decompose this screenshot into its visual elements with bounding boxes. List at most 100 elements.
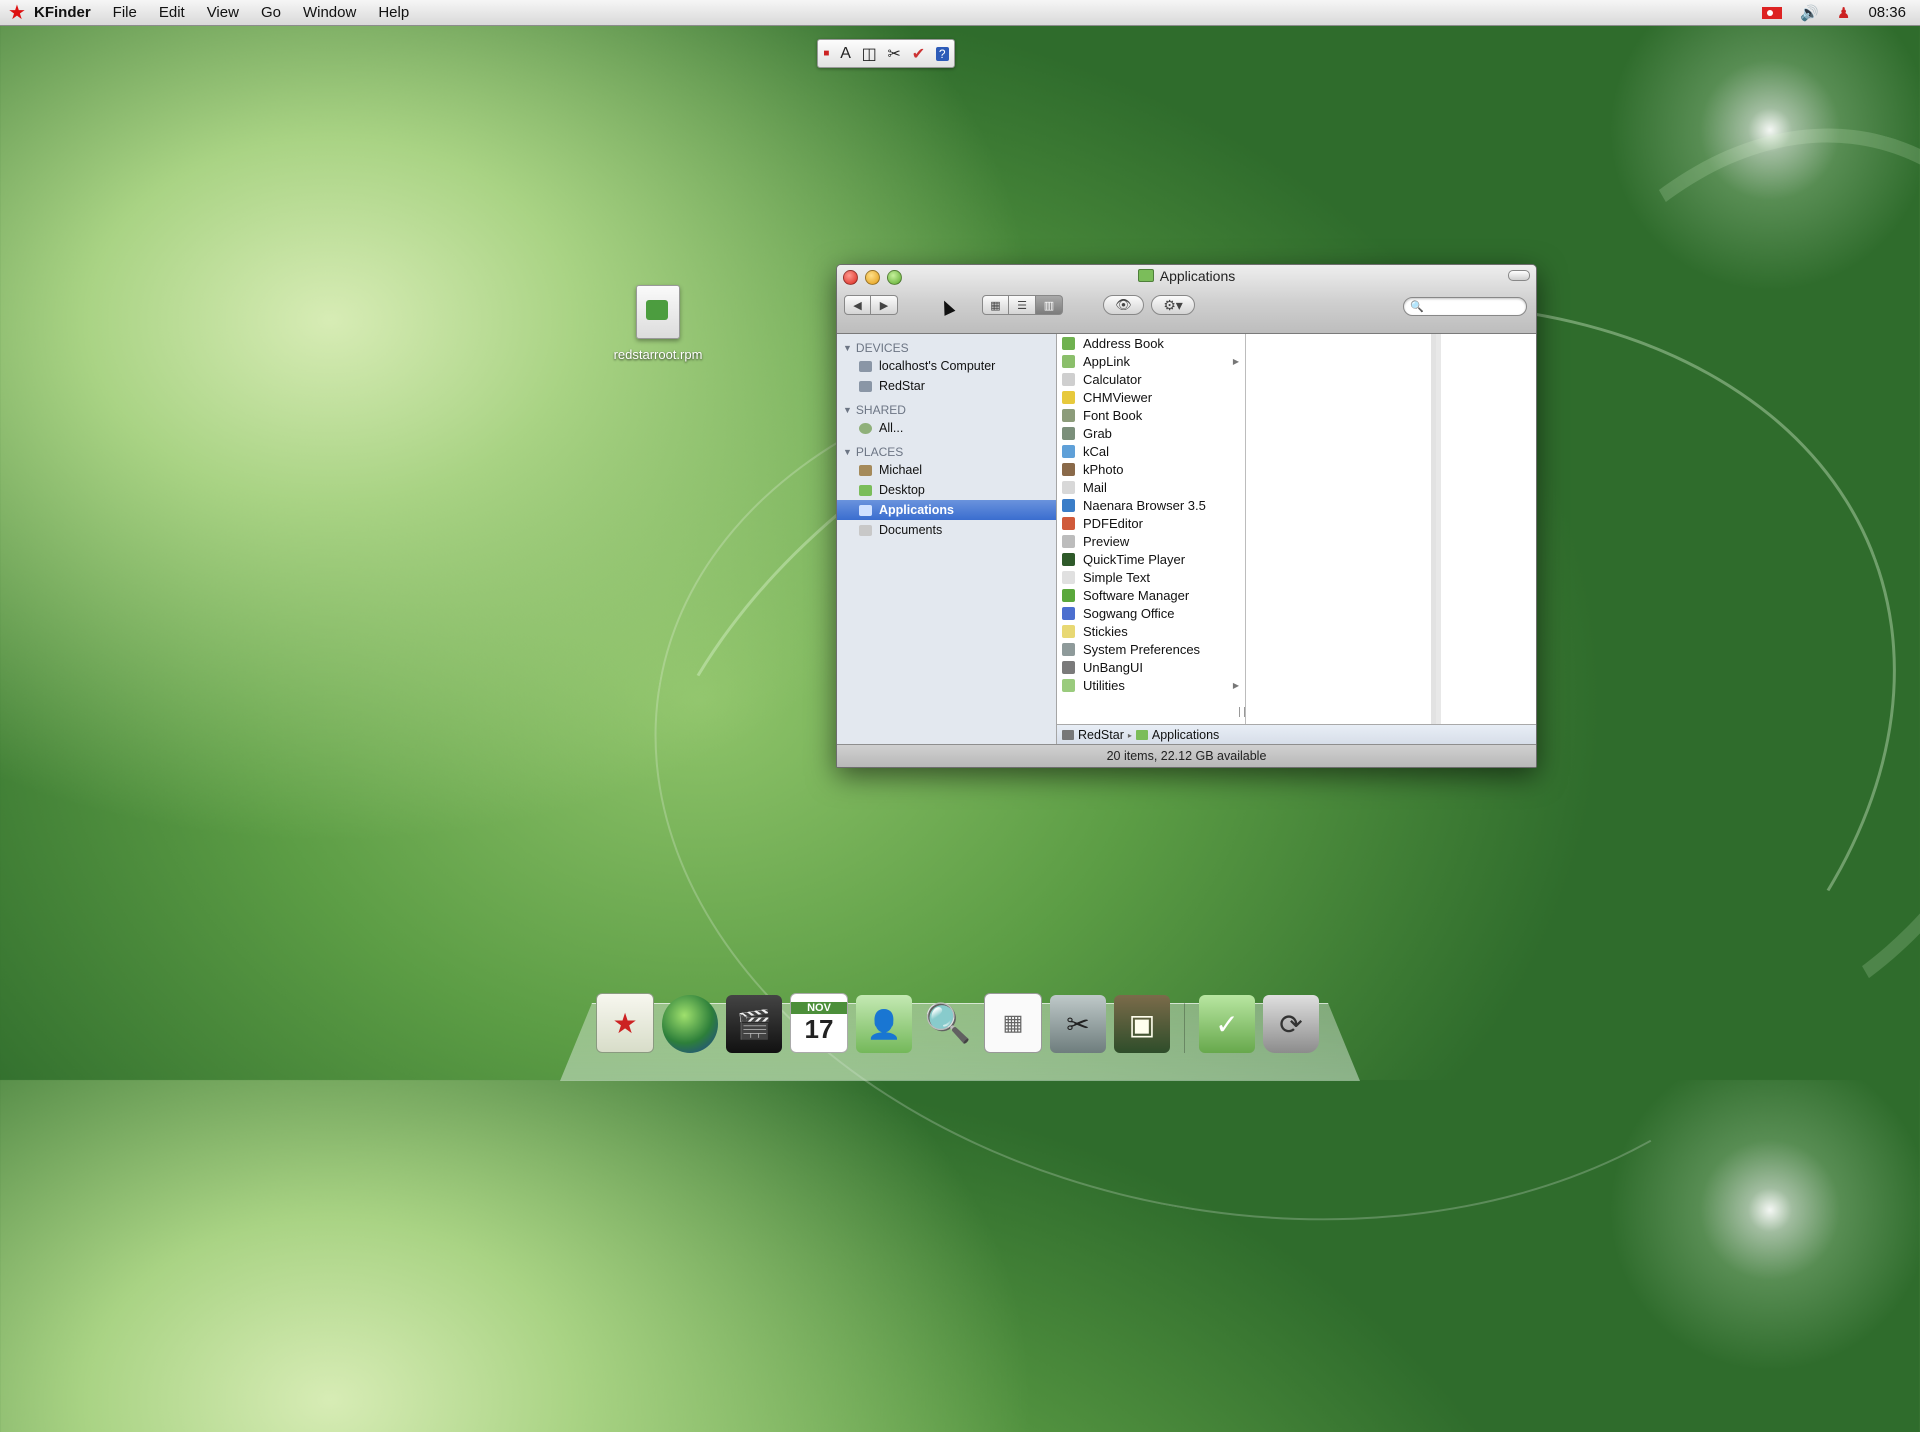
- action-menu-button[interactable]: ⚙▾: [1151, 295, 1195, 315]
- app-list-item[interactable]: UnBangUI: [1057, 658, 1245, 676]
- back-button[interactable]: ◀: [844, 295, 871, 315]
- app-icon: [1062, 390, 1075, 404]
- desktop-file[interactable]: redstarroot.rpm: [610, 285, 706, 363]
- app-list-item[interactable]: PDFEditor: [1057, 514, 1245, 532]
- window-title: Applications: [837, 268, 1536, 284]
- home-icon: [859, 464, 872, 476]
- app-list-item[interactable]: kCal: [1057, 442, 1245, 460]
- app-list-item[interactable]: kPhoto: [1057, 460, 1245, 478]
- search-field[interactable]: 🔍: [1403, 297, 1527, 316]
- app-name: kPhoto: [1083, 461, 1124, 477]
- menubar: ★ KFinder File Edit View Go Window Help …: [0, 0, 1920, 26]
- sidebar-item-all[interactable]: All...: [837, 418, 1056, 438]
- sidebar-item-computer[interactable]: localhost's Computer: [837, 356, 1056, 376]
- menu-file[interactable]: File: [113, 4, 137, 21]
- menu-window[interactable]: Window: [303, 4, 356, 21]
- dock-item-calendar[interactable]: NOV 17: [790, 993, 848, 1053]
- sidebar-section-header[interactable]: ▼ DEVICES: [837, 340, 1056, 356]
- app-list-item[interactable]: Preview: [1057, 532, 1245, 550]
- toolbar-toggle-button[interactable]: [1508, 270, 1530, 281]
- app-list-item[interactable]: Utilities ▶: [1057, 676, 1245, 694]
- app-list-item[interactable]: QuickTime Player: [1057, 550, 1245, 568]
- im-help-icon[interactable]: ?: [935, 46, 949, 61]
- app-icon: [1062, 372, 1075, 386]
- search-input[interactable]: [1427, 299, 1527, 314]
- app-list-item[interactable]: System Preferences: [1057, 640, 1245, 658]
- app-menu[interactable]: KFinder: [34, 4, 91, 21]
- dock-item-preview[interactable]: 🔍: [920, 995, 976, 1053]
- sidebar-item-desktop[interactable]: Desktop: [837, 480, 1056, 500]
- window-titlebar[interactable]: Applications ◀ ▶ ▦ ☰ ▥ 👁 ⚙▾ 🔍: [837, 265, 1536, 334]
- sidebar-section-header[interactable]: ▼ SHARED: [837, 402, 1056, 418]
- input-method-bar: ■ A ◫ ✂ ✔ ?: [817, 39, 955, 68]
- dock-item-system-preferences[interactable]: ✂: [1050, 995, 1106, 1053]
- dock-item-calculator[interactable]: ▦: [984, 993, 1042, 1053]
- im-letter-icon[interactable]: A: [840, 45, 851, 63]
- disk-icon: [859, 380, 872, 392]
- app-list-item[interactable]: Grab: [1057, 424, 1245, 442]
- dock-item-quicktime[interactable]: 🎬: [726, 995, 782, 1053]
- app-icon: [1062, 606, 1075, 620]
- sidebar-item-michael[interactable]: Michael: [837, 460, 1056, 480]
- app-list-item[interactable]: Software Manager: [1057, 586, 1245, 604]
- column-view-button[interactable]: ▥: [1036, 295, 1063, 315]
- sidebar-section-header[interactable]: ▼ PLACES: [837, 444, 1056, 460]
- sidebar-item-redstar[interactable]: RedStar: [837, 376, 1056, 396]
- quicklook-button[interactable]: 👁: [1103, 295, 1144, 315]
- app-name: UnBangUI: [1083, 659, 1143, 675]
- forward-button[interactable]: ▶: [871, 295, 898, 315]
- search-icon: 🔍: [1410, 301, 1424, 313]
- im-flag-icon[interactable]: ■: [823, 48, 829, 59]
- user-icon[interactable]: ♟: [1837, 4, 1850, 22]
- im-tools-icon[interactable]: ✂: [888, 44, 901, 64]
- app-list-item[interactable]: Mail: [1057, 478, 1245, 496]
- dock-item-documents[interactable]: ★: [596, 993, 654, 1053]
- app-list-item[interactable]: Font Book: [1057, 406, 1245, 424]
- dock-item-address-book[interactable]: 👤: [856, 995, 912, 1053]
- menu-edit[interactable]: Edit: [159, 4, 185, 21]
- menubar-clock[interactable]: 08:36: [1868, 4, 1906, 21]
- app-list-item[interactable]: CHMViewer: [1057, 388, 1245, 406]
- app-icon: [1062, 552, 1075, 566]
- sidebar-section-shared: ▼ SHARED All...: [837, 402, 1056, 438]
- dock-item-folder[interactable]: ✓: [1199, 995, 1255, 1053]
- volume-icon[interactable]: 🔊: [1800, 4, 1819, 22]
- dock-item-trash[interactable]: ⟳: [1263, 995, 1319, 1053]
- dock-item-browser[interactable]: [662, 995, 718, 1053]
- path-item-applications[interactable]: Applications: [1152, 728, 1219, 742]
- menu-go[interactable]: Go: [261, 4, 281, 21]
- menu-help[interactable]: Help: [378, 4, 409, 21]
- app-list-item[interactable]: Sogwang Office: [1057, 604, 1245, 622]
- app-icon: [1062, 462, 1075, 476]
- app-list-item[interactable]: Address Book: [1057, 334, 1245, 352]
- column-resize-handle[interactable]: [1239, 707, 1245, 717]
- path-item-redstar[interactable]: RedStar: [1078, 728, 1124, 742]
- app-list-item[interactable]: Stickies: [1057, 622, 1245, 640]
- nav-buttons: ◀ ▶: [844, 295, 898, 317]
- applications-folder-icon: [1137, 269, 1154, 282]
- red-star-menu-icon[interactable]: ★: [0, 0, 34, 25]
- documents-icon: [859, 524, 872, 536]
- app-list-item[interactable]: AppLink ▶: [1057, 352, 1245, 370]
- status-bar: 20 items, 22.12 GB available: [837, 744, 1536, 767]
- flag-icon[interactable]: [1762, 6, 1783, 19]
- finder-window: Applications ◀ ▶ ▦ ☰ ▥ 👁 ⚙▾ 🔍 ▼ DEVICES l…: [836, 264, 1537, 768]
- im-check-icon[interactable]: ✔: [912, 44, 925, 64]
- sidebar-item-applications[interactable]: Applications: [837, 500, 1056, 520]
- calendar-month: NOV: [791, 1001, 847, 1014]
- app-list-item[interactable]: Naenara Browser 3.5: [1057, 496, 1245, 514]
- app-name: Address Book: [1083, 335, 1164, 351]
- app-list-item[interactable]: Simple Text: [1057, 568, 1245, 586]
- app-list-item[interactable]: Calculator: [1057, 370, 1245, 388]
- icon-view-button[interactable]: ▦: [982, 295, 1009, 315]
- sidebar-section-devices: ▼ DEVICES localhost's Computer RedStar: [837, 340, 1056, 396]
- path-separator-icon: ▸: [1127, 730, 1132, 740]
- im-layout-icon[interactable]: ◫: [862, 44, 877, 64]
- sidebar-item-documents[interactable]: Documents: [837, 520, 1056, 540]
- menu-view[interactable]: View: [207, 4, 239, 21]
- app-icon: [1062, 642, 1075, 656]
- app-icon: [1062, 354, 1075, 368]
- dock-item-photo[interactable]: ▣: [1114, 995, 1170, 1053]
- list-view-button[interactable]: ☰: [1009, 295, 1036, 315]
- app-icon: [1062, 678, 1075, 692]
